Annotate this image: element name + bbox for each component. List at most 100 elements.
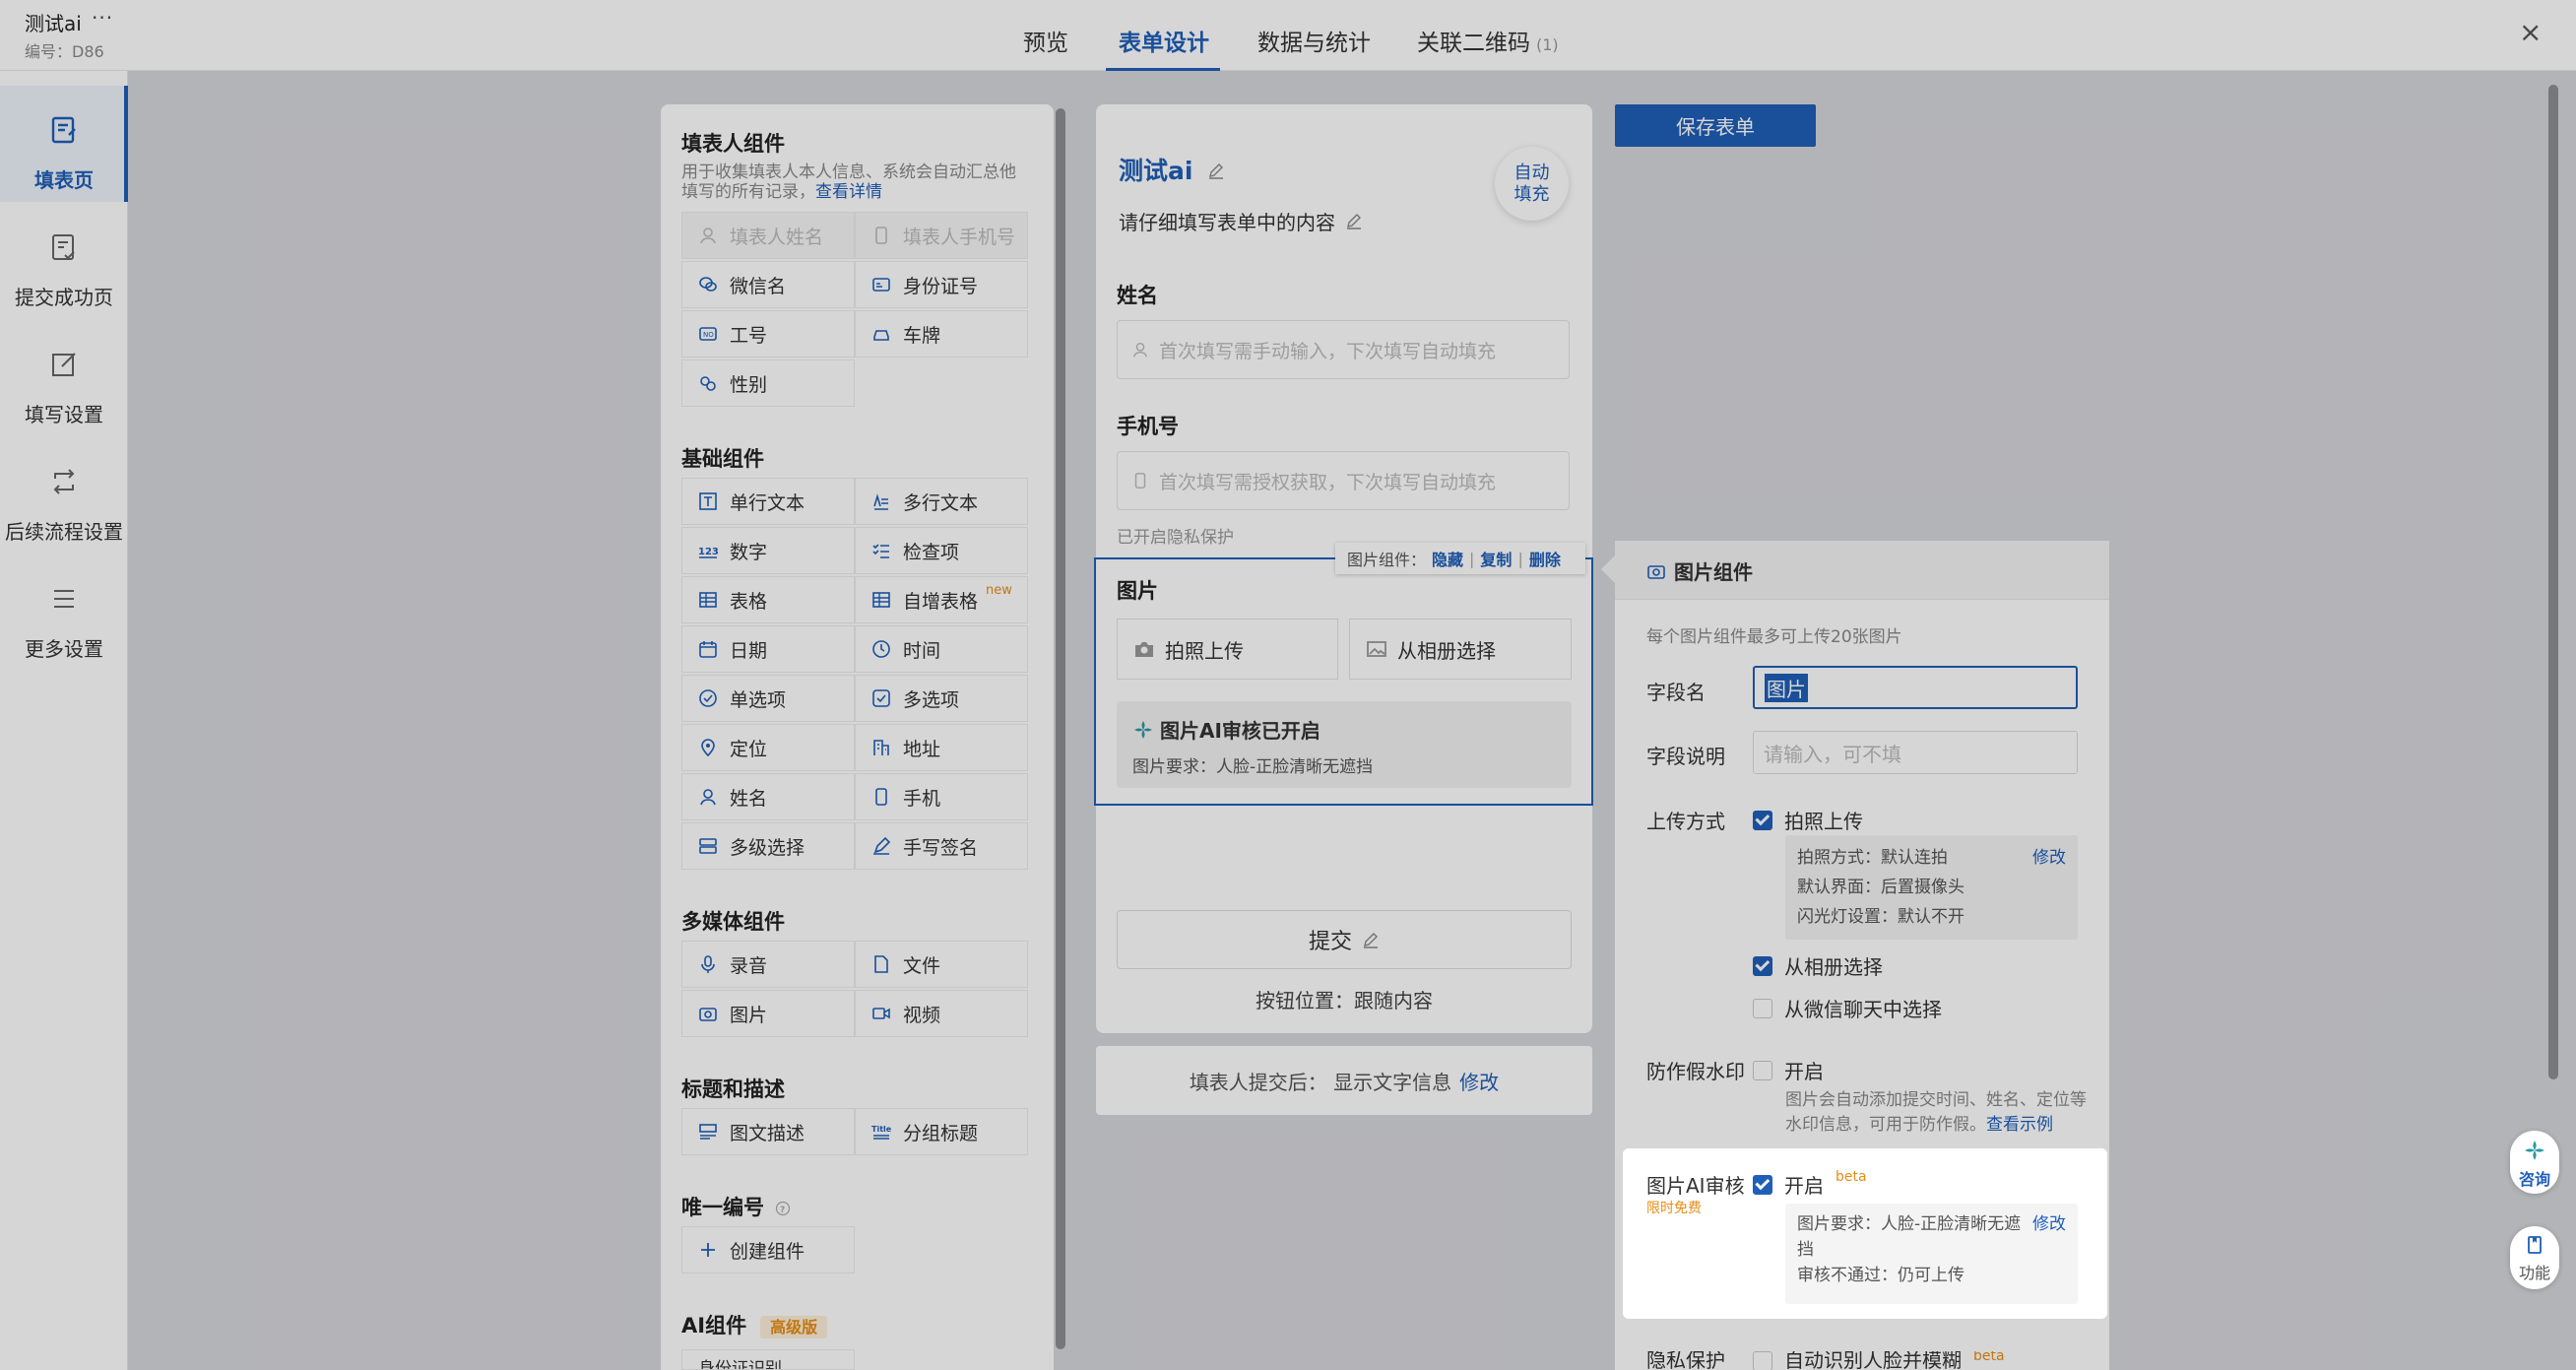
ai-modify-link[interactable]: 修改 (2032, 1211, 2066, 1237)
ai-review-label: 图片AI审核 (1646, 1174, 1745, 1198)
wechat-checkbox[interactable] (1753, 998, 1772, 1018)
tab-preview[interactable]: 预览 (1023, 24, 1068, 57)
comp-signature[interactable]: 手写签名 (855, 822, 1028, 870)
album-option[interactable]: 从相册选择 (1753, 951, 1883, 980)
svg-text:?: ? (780, 1206, 785, 1215)
comp-name[interactable]: 姓名 (681, 773, 855, 820)
consult-button[interactable]: 咨询 (2510, 1131, 2559, 1194)
view-example-link[interactable]: 查看示例 (1986, 1115, 2053, 1135)
svg-text:Title: Title (871, 1125, 891, 1134)
comp-date[interactable]: 日期 (681, 625, 855, 673)
section-desc-filler: 用于收集填表人本人信息、系统会自动汇总他 填写的所有记录，查看详情 (681, 163, 1016, 202)
success-page-icon (52, 234, 75, 260)
privacy-option[interactable]: 自动识别人脸并模糊 beta (1753, 1351, 2005, 1370)
comp-time[interactable]: 时间 (855, 625, 1028, 673)
comp-employee-id[interactable]: NO 工号 (681, 310, 855, 358)
auto-fill-button[interactable]: 自动填充 (1495, 147, 1569, 221)
upload-method-label: 上传方式 (1646, 810, 1725, 833)
after-submit-bar: 填表人提交后： 显示文字信息 修改 (1096, 1046, 1592, 1115)
beta-badge: beta (1835, 1168, 1867, 1185)
comp-rich-desc[interactable]: 图文描述 (681, 1108, 855, 1155)
menu-icon (54, 590, 74, 608)
badge-icon: NO (699, 327, 717, 341)
ai-icon (2525, 1141, 2544, 1160)
album-checkbox[interactable] (1753, 955, 1772, 976)
comp-number[interactable]: 123 数字 (681, 527, 855, 574)
image-limit-tip: 每个图片组件最多可上传20张图片 (1646, 627, 1902, 647)
page-scrollbar[interactable] (2548, 85, 2558, 1079)
camera-upload-button[interactable]: 拍照上传 (1117, 619, 1338, 680)
privacy-checkbox[interactable] (1753, 1351, 1772, 1370)
watermark-checkbox[interactable] (1753, 1060, 1772, 1080)
help-icon[interactable]: ? (775, 1201, 791, 1216)
comp-gender[interactable]: 性别 (681, 359, 855, 407)
camera-detail-box: 拍照方式：默认连拍 默认界面：后置摄像头 闪光灯设置：默认不开 修改 (1785, 835, 2078, 940)
sidebar-item-fill-settings[interactable]: 填写设置 (0, 320, 128, 436)
comp-video[interactable]: 视频 (855, 990, 1028, 1037)
car-icon (873, 330, 889, 341)
sidebar-item-success-page[interactable]: 提交成功页 (0, 203, 128, 319)
comp-id-number[interactable]: 身份证号 (855, 261, 1028, 308)
copy-button[interactable]: 复制 (1480, 547, 1512, 570)
comp-checklist[interactable]: 检查项 (855, 527, 1028, 574)
feature-button[interactable]: 功能 (2510, 1226, 2559, 1289)
comp-single-choice[interactable]: 单选项 (681, 675, 855, 722)
save-form-button[interactable]: 保存表单 (1615, 104, 1816, 147)
after-submit-modify-link[interactable]: 修改 (1459, 1067, 1499, 1095)
comp-id-recognition[interactable]: 身份证识别 (681, 1349, 855, 1370)
field-name-input[interactable]: 图片 (1753, 666, 2078, 709)
comp-audio[interactable]: 录音 (681, 941, 855, 988)
sidebar-item-fill-page[interactable]: 填表页 (0, 86, 128, 202)
watermark-option[interactable]: 开启 (1753, 1056, 1824, 1084)
tab-form-design[interactable]: 表单设计 (1119, 24, 1209, 57)
wechat-option[interactable]: 从微信聊天中选择 (1753, 994, 1942, 1022)
comp-location[interactable]: 定位 (681, 724, 855, 771)
comp-file[interactable]: 文件 (855, 941, 1028, 988)
comp-address[interactable]: 地址 (855, 724, 1028, 771)
ai-review-checkbox[interactable] (1753, 1174, 1772, 1195)
camera-upload-checkbox[interactable] (1753, 810, 1772, 830)
field-desc-input[interactable]: 请输入，可不填 (1753, 731, 2078, 774)
tab-qrcode[interactable]: 关联二维码 (1) (1417, 24, 1559, 57)
tab-data-stats[interactable]: 数据与统计 (1257, 24, 1371, 57)
new-badge: new (986, 582, 1012, 598)
comp-license-plate[interactable]: 车牌 (855, 310, 1028, 358)
camera-modify-link[interactable]: 修改 (2032, 843, 2066, 873)
comp-group-title[interactable]: Title 分组标题 (855, 1108, 1028, 1155)
album-select-button[interactable]: 从相册选择 (1349, 619, 1572, 680)
edit-icon (52, 353, 76, 376)
comp-cascade[interactable]: 多级选择 (681, 822, 855, 870)
camera-upload-option[interactable]: 拍照上传 (1753, 806, 1863, 834)
edit-icon[interactable] (1345, 212, 1363, 229)
palette-scrollbar[interactable] (1056, 108, 1065, 1349)
comp-auto-table[interactable]: 自增表格 new (855, 576, 1028, 623)
text-icon (699, 492, 717, 510)
view-details-link[interactable]: 查看详情 (815, 182, 882, 202)
ai-review-option[interactable]: 开启 beta (1753, 1168, 1867, 1199)
edit-icon[interactable] (1207, 162, 1225, 179)
comp-filler-name[interactable]: 填表人姓名 (681, 212, 855, 259)
hide-button[interactable]: 隐藏 (1432, 547, 1463, 570)
comp-wechat-name[interactable]: 微信名 (681, 261, 855, 308)
create-component-button[interactable]: 创建组件 (681, 1226, 855, 1273)
user-icon (700, 789, 716, 806)
delete-button[interactable]: 删除 (1529, 547, 1561, 570)
gender-icon (700, 376, 716, 391)
comp-table[interactable]: 表格 (681, 576, 855, 623)
comp-multi-choice[interactable]: 多选项 (855, 675, 1028, 722)
edit-icon[interactable] (1362, 931, 1380, 948)
comp-filler-phone[interactable]: 填表人手机号 (855, 212, 1028, 259)
name-input[interactable]: 首次填写需手动输入，下次填写自动填充 (1117, 320, 1570, 379)
comp-phone[interactable]: 手机 (855, 773, 1028, 820)
close-icon[interactable]: × (2519, 16, 2542, 48)
form-title[interactable]: 测试ai (1119, 152, 1225, 187)
comp-multi-text[interactable]: 多行文本 (855, 478, 1028, 525)
sidebar-item-workflow[interactable]: 后续流程设置 (0, 437, 128, 554)
comp-single-text[interactable]: 单行文本 (681, 478, 855, 525)
submit-button[interactable]: 提交 (1117, 910, 1572, 969)
more-icon[interactable]: ··· (92, 6, 113, 30)
form-description[interactable]: 请仔细填写表单中的内容 (1119, 207, 1363, 235)
sidebar-item-more-settings[interactable]: 更多设置 (0, 555, 128, 671)
phone-input[interactable]: 首次填写需授权获取，下次填写自动填充 (1117, 451, 1570, 510)
comp-image[interactable]: 图片 (681, 990, 855, 1037)
